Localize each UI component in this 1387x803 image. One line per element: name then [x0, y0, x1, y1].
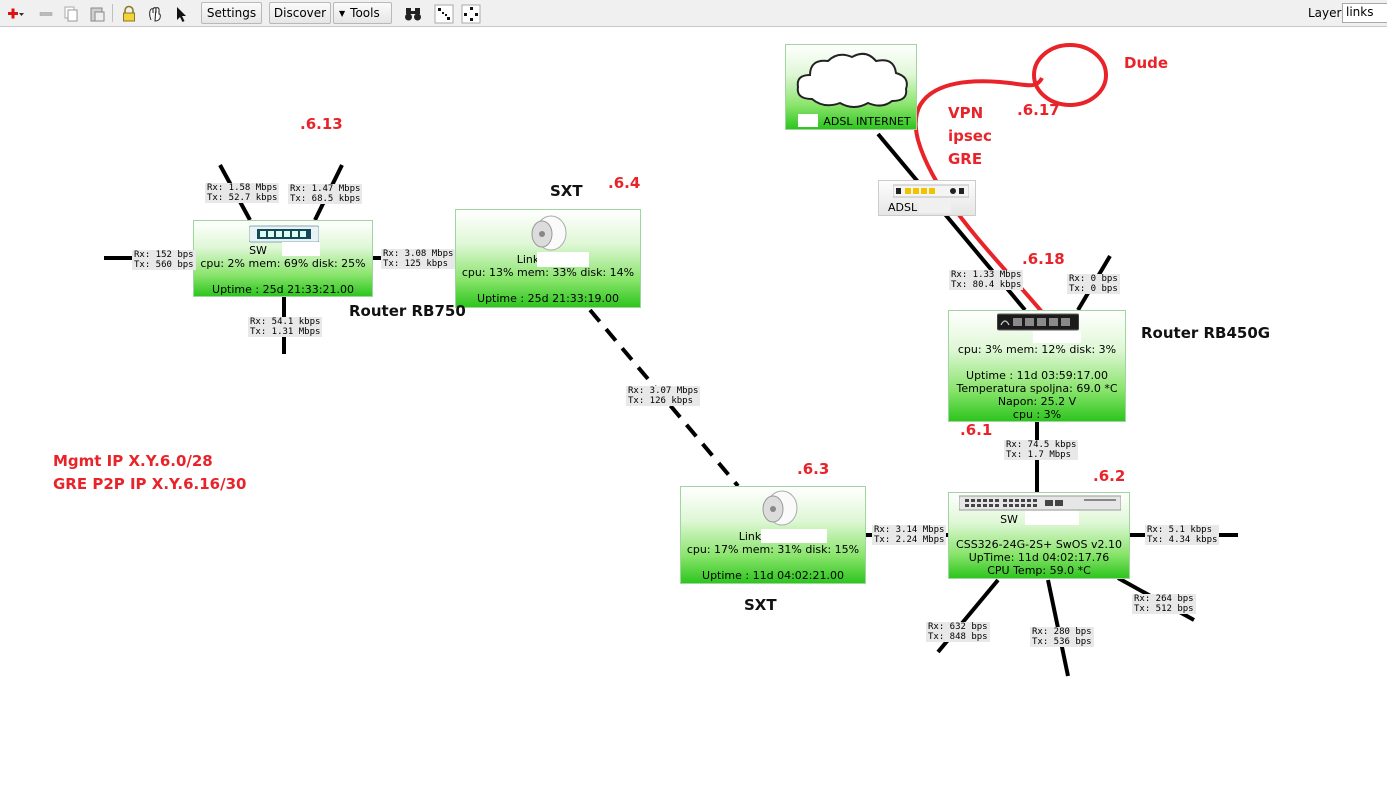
redacted-area [1033, 331, 1081, 343]
device-model: CSS326-24G-2S+ SwOS v2.10 [956, 538, 1122, 551]
rx-value: Rx: 152 bps [134, 250, 194, 260]
device-uptime: Uptime : 25d 21:33:21.00 [212, 283, 354, 296]
redacted-area [1025, 511, 1079, 525]
device-switch-css326[interactable]: SW CSS326-24G-2S+ SwOS v2.10 UpTime: 11d… [948, 492, 1130, 579]
vpn-label: VPN [948, 104, 984, 122]
tx-value: Tx: 512 bps [1134, 604, 1194, 614]
dude-annotation-circle [1032, 43, 1108, 107]
antenna-icon [531, 215, 567, 251]
device-temperature: CPU Temp: 59.0 *C [987, 564, 1091, 577]
traffic-label: Rx: 3.14 Mbps Tx: 2.24 Mbps [872, 525, 947, 545]
traffic-label: Rx: 5.1 kbps Tx: 4.34 kbps [1145, 525, 1220, 545]
device-voltage: Napon: 25.2 V [997, 395, 1077, 408]
device-stats: cpu: 17% mem: 31% disk: 15% [686, 543, 860, 556]
rx-value: Rx: 3.14 Mbps [874, 525, 945, 535]
redacted-area [761, 529, 827, 543]
device-sxt-bottom[interactable]: Link cpu: 17% mem: 31% disk: 15% Uptime … [680, 486, 866, 584]
rx-value: Rx: 1.33 Mbps [951, 270, 1022, 280]
device-uptime: UpTime: 11d 04:02:17.76 [968, 551, 1110, 564]
mgmt-ip-label: Mgmt IP X.Y.6.0/28 [53, 452, 213, 470]
rx-value: Rx: 264 bps [1134, 594, 1194, 604]
device-sw-rb750[interactable]: SW cpu: 2% mem: 69% disk: 25% Uptime : 2… [193, 220, 373, 297]
device-uptime: Uptime : 11d 03:59:17.00 [966, 369, 1108, 382]
traffic-label: Rx: 54.1 kbps Tx: 1.31 Mbps [248, 317, 323, 337]
traffic-label: Rx: 1.58 Mbps Tx: 52.7 kbps [205, 183, 280, 203]
tx-value: Tx: 2.24 Mbps [874, 535, 945, 545]
ip-label-613: .6.13 [300, 115, 343, 133]
traffic-label: Rx: 0 bps Tx: 0 bps [1067, 274, 1120, 294]
device-temperature: Temperatura spoljna: 69.0 *C [956, 382, 1118, 395]
dude-label: Dude [1124, 54, 1169, 72]
device-uptime: Uptime : 25d 21:33:19.00 [477, 292, 619, 305]
rx-value: Rx: 632 bps [928, 622, 988, 632]
ip-label-617: .6.17 [1017, 101, 1060, 119]
switch-device-icon [959, 495, 1121, 511]
rx-value: Rx: 74.5 kbps [1006, 440, 1077, 450]
device-adsl-internet[interactable]: ADSL INTERNET [785, 44, 917, 130]
traffic-label: Rx: 1.33 Mbps Tx: 80.4 kbps [949, 270, 1024, 290]
device-router-rb450g[interactable]: cpu: 3% mem: 12% disk: 3% Uptime : 11d 0… [948, 310, 1126, 422]
rx-value: Rx: 280 bps [1032, 627, 1092, 637]
ip-label-64: .6.4 [608, 174, 641, 192]
rx-value: Rx: 3.07 Mbps [628, 386, 699, 396]
tx-value: Tx: 126 kbps [628, 396, 694, 406]
gre-label: GRE [948, 150, 983, 168]
device-sxt-top[interactable]: Link cpu: 13% mem: 33% disk: 14% Uptime … [455, 209, 641, 308]
device-name: Link [738, 530, 762, 543]
tx-value: Tx: 52.7 kbps [207, 193, 278, 203]
router-rb450g-label: Router RB450G [1141, 324, 1271, 342]
tx-value: Tx: 80.4 kbps [951, 280, 1022, 290]
device-name: Link [516, 253, 540, 266]
cloud-icon [796, 52, 908, 108]
device-name: SW [1000, 513, 1018, 526]
antenna-icon [762, 490, 798, 526]
tx-value: Tx: 560 bps [134, 260, 194, 270]
router-rb750-label: Router RB750 [349, 302, 466, 320]
modem-icon [893, 184, 969, 198]
rx-value: Rx: 1.58 Mbps [207, 183, 278, 193]
ip-label-61: .6.1 [960, 421, 993, 439]
ip-label-62: .6.2 [1093, 467, 1126, 485]
device-name: ADSL [888, 201, 918, 214]
tx-value: Tx: 1.7 Mbps [1006, 450, 1072, 460]
device-name: SW [249, 244, 267, 257]
traffic-label: Rx: 74.5 kbps Tx: 1.7 Mbps [1004, 440, 1079, 460]
redacted-area [919, 199, 951, 213]
router-device-icon [249, 225, 319, 243]
traffic-label: Rx: 3.08 Mbps Tx: 125 kbps [381, 249, 456, 269]
redacted-area [537, 252, 589, 267]
tx-value: Tx: 0 bps [1069, 284, 1118, 294]
device-stats: cpu: 13% mem: 33% disk: 14% [461, 266, 635, 279]
device-uptime: Uptime : 11d 04:02:21.00 [702, 569, 844, 582]
sxt-top-label: SXT [550, 182, 583, 200]
traffic-label: Rx: 280 bps Tx: 536 bps [1030, 627, 1094, 647]
sxt-bottom-label: SXT [744, 596, 777, 614]
traffic-label: Rx: 264 bps Tx: 512 bps [1132, 594, 1196, 614]
redacted-area [282, 242, 320, 256]
ipsec-label: ipsec [948, 127, 992, 145]
router-device-icon [997, 313, 1079, 331]
ip-label-63: .6.3 [797, 460, 830, 478]
ip-label-618: .6.18 [1022, 250, 1065, 268]
device-adsl-modem[interactable]: ADSL [878, 180, 976, 216]
tx-value: Tx: 68.5 kbps [290, 194, 361, 204]
rx-value: Rx: 1.47 Mbps [290, 184, 361, 194]
tx-value: Tx: 125 kbps [383, 259, 449, 269]
rx-value: Rx: 5.1 kbps [1147, 525, 1213, 535]
traffic-label: Rx: 632 bps Tx: 848 bps [926, 622, 990, 642]
rx-value: Rx: 54.1 kbps [250, 317, 321, 327]
gre-p2p-label: GRE P2P IP X.Y.6.16/30 [53, 475, 247, 493]
tx-value: Tx: 4.34 kbps [1147, 535, 1218, 545]
tx-value: Tx: 536 bps [1032, 637, 1092, 647]
traffic-label: Rx: 3.07 Mbps Tx: 126 kbps [626, 386, 701, 406]
rx-value: Rx: 0 bps [1069, 274, 1118, 284]
device-name: ADSL INTERNET [823, 115, 911, 128]
traffic-label: Rx: 152 bps Tx: 560 bps [132, 250, 196, 270]
tx-value: Tx: 1.31 Mbps [250, 327, 321, 337]
traffic-label: Rx: 1.47 Mbps Tx: 68.5 kbps [288, 184, 363, 204]
device-stats: cpu: 2% mem: 69% disk: 25% [200, 257, 366, 270]
rx-value: Rx: 3.08 Mbps [383, 249, 454, 259]
device-stats: cpu: 3% mem: 12% disk: 3% [957, 343, 1117, 356]
tx-value: Tx: 848 bps [928, 632, 988, 642]
